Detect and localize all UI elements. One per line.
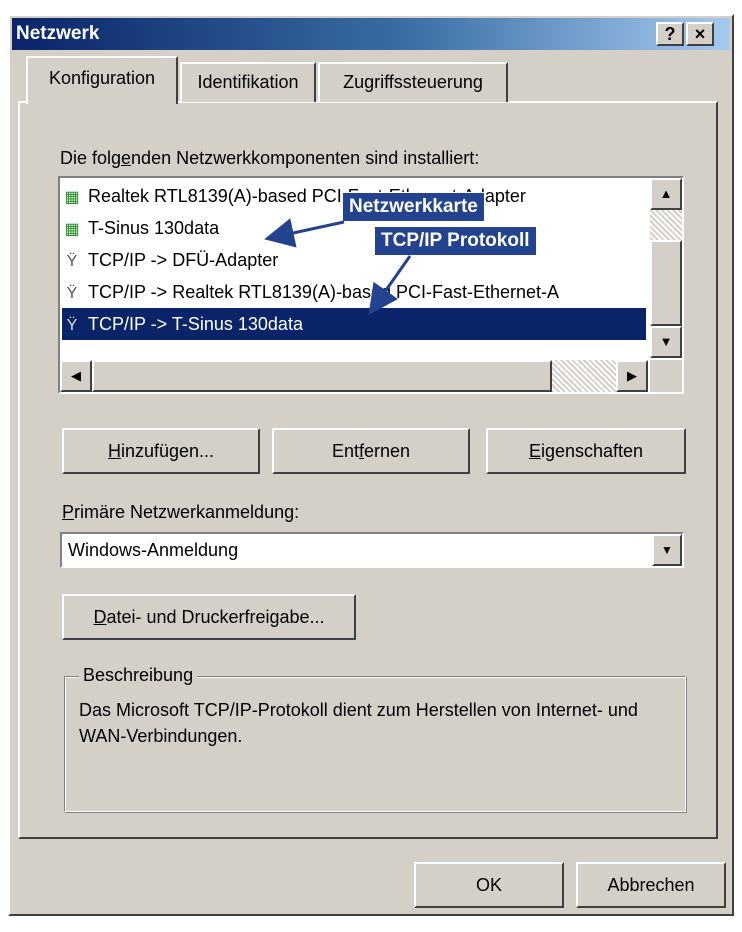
arrow-to-protocol <box>368 255 412 315</box>
annotation-arrows <box>264 218 412 315</box>
arrow-to-adapter <box>264 218 345 248</box>
